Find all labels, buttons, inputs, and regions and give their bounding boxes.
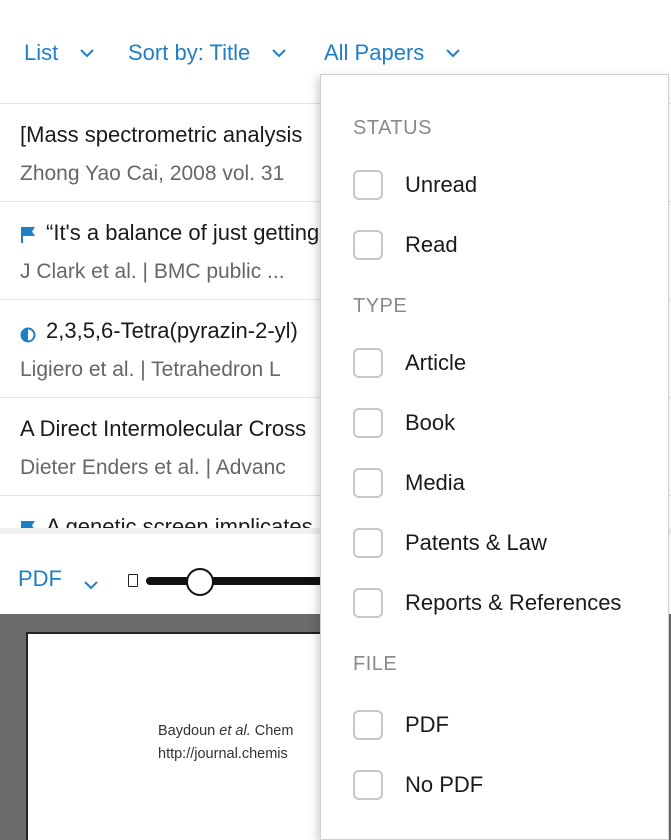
option-label: Reports & References [405, 590, 622, 615]
chevron-down-icon [272, 46, 286, 60]
checkbox[interactable] [353, 468, 383, 498]
status-heading: STATUS [353, 117, 432, 139]
option-label: Patents & Law [405, 530, 547, 555]
paper-title: [Mass spectrometric analysis [20, 122, 303, 147]
file-heading: FILE [353, 653, 398, 675]
filter-option-media[interactable]: Media [353, 468, 465, 498]
view-mode-label: List [24, 40, 59, 65]
paper-meta: Zhong Yao Cai, 2008 vol. 31 [20, 162, 285, 185]
sort-dropdown[interactable]: Sort by: Title [128, 38, 286, 68]
half-circle-icon [20, 323, 36, 343]
type-heading: TYPE [353, 295, 408, 317]
zoom-slider-thumb[interactable] [186, 568, 214, 596]
zoom-slider-track[interactable] [146, 577, 326, 585]
filter-option-patents-law[interactable]: Patents & Law [353, 528, 547, 558]
page-small-icon [128, 574, 138, 587]
pdf-format-label: PDF [18, 566, 62, 591]
paper-title: “It's a balance of just getting [20, 220, 319, 246]
flag-icon [20, 518, 36, 528]
paper-title: A genetic screen implicates [20, 514, 313, 528]
filter-dropdown[interactable]: All Papers [324, 38, 460, 68]
filter-option-article[interactable]: Article [353, 348, 466, 378]
flag-icon [20, 224, 36, 243]
option-label: PDF [405, 712, 449, 737]
chevron-down-icon [80, 46, 94, 60]
filter-option-book[interactable]: Book [353, 408, 455, 438]
option-label: Media [405, 470, 465, 495]
chevron-down-icon [446, 46, 460, 60]
pdf-format-dropdown[interactable]: PDF [18, 566, 98, 592]
checkbox[interactable] [353, 588, 383, 618]
checkbox[interactable] [353, 770, 383, 800]
filter-option-unread[interactable]: Unread [353, 170, 477, 200]
option-label: Unread [405, 172, 478, 197]
filter-option-no-pdf[interactable]: No PDF [353, 770, 483, 800]
filter-option-reports-references[interactable]: Reports & References [353, 588, 621, 618]
paper-meta: Dieter Enders et al. | Advanc [20, 456, 286, 479]
option-label: Article [405, 350, 467, 375]
filter-menu: STATUS Unread Read TYPE Article Book Med… [320, 74, 669, 840]
option-label: Book [405, 410, 456, 435]
paper-title: A Direct Intermolecular Cross [20, 416, 307, 441]
paper-title: 2,3,5,6-Tetra(pyrazin-2-yl) [20, 318, 298, 344]
filter-label: All Papers [324, 40, 425, 65]
checkbox[interactable] [353, 230, 383, 260]
checkbox[interactable] [353, 710, 383, 740]
option-label: No PDF [405, 772, 484, 797]
filter-option-read[interactable]: Read [353, 230, 458, 260]
paper-meta: J Clark et al. | BMC public ... [20, 260, 285, 283]
pdf-page-text: Baydoun et al. Chem http://journal.chemi… [158, 723, 294, 762]
option-label: Read [405, 232, 458, 257]
filter-option-pdf[interactable]: PDF [353, 710, 449, 740]
sort-label: Sort by: Title [128, 40, 251, 65]
checkbox[interactable] [353, 170, 383, 200]
paper-meta: Ligiero et al. | Tetrahedron L [20, 358, 281, 381]
chevron-down-icon [84, 572, 98, 590]
view-mode-dropdown[interactable]: List [24, 38, 94, 68]
checkbox[interactable] [353, 408, 383, 438]
checkbox[interactable] [353, 348, 383, 378]
checkbox[interactable] [353, 528, 383, 558]
